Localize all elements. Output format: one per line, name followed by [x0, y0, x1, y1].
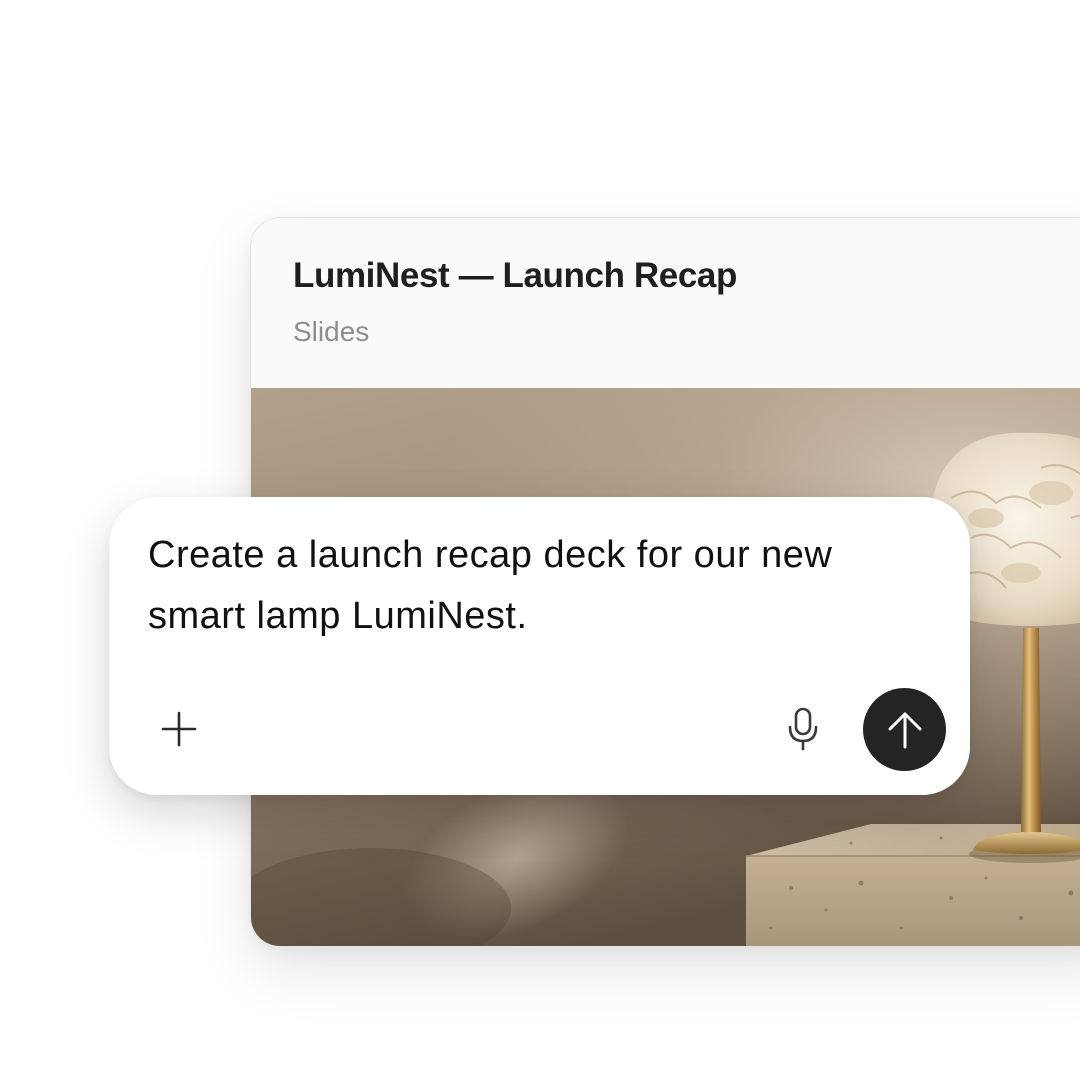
- add-attachment-button[interactable]: [153, 703, 205, 755]
- microphone-icon: [786, 707, 820, 751]
- plus-icon: [161, 711, 197, 747]
- voice-input-button[interactable]: [777, 703, 829, 755]
- document-type-label: Slides: [293, 316, 370, 347]
- prompt-composer[interactable]: Create a launch recap deck for our new s…: [109, 497, 970, 795]
- arrow-up-icon: [885, 710, 925, 750]
- send-button[interactable]: [863, 688, 946, 771]
- canvas: LumiNest — Launch Recap Slides Create a …: [0, 0, 1080, 1080]
- document-title: LumiNest — Launch Recap: [293, 256, 737, 295]
- prompt-input[interactable]: Create a launch recap deck for our new s…: [148, 525, 938, 647]
